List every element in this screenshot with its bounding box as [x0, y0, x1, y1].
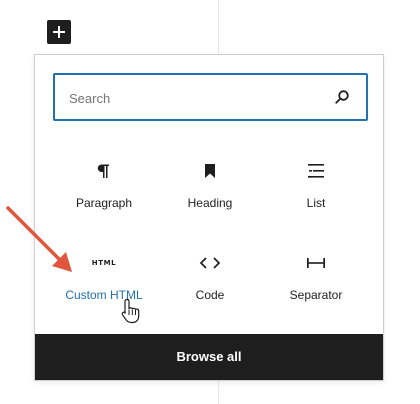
block-inserter-popover: Paragraph Heading List HTML: [34, 54, 384, 381]
browse-all-button[interactable]: Browse all: [35, 334, 383, 380]
block-search-box[interactable]: [53, 73, 368, 121]
search-icon[interactable]: [334, 89, 350, 105]
html-icon: HTML: [91, 259, 117, 267]
list-icon: [308, 164, 324, 178]
block-label: List: [306, 196, 326, 210]
separator-icon: [307, 258, 325, 268]
add-block-button[interactable]: [47, 20, 71, 44]
block-label: Separator: [289, 288, 343, 302]
hand-pointer-cursor-icon: [121, 298, 140, 324]
block-search-input[interactable]: [67, 87, 321, 109]
block-label: Code: [195, 288, 225, 302]
block-list[interactable]: List: [263, 151, 369, 227]
plus-icon-vertical: [58, 26, 60, 38]
paragraph-icon: [97, 164, 109, 178]
heading-icon: [205, 164, 215, 178]
block-heading[interactable]: Heading: [157, 151, 263, 227]
block-label: Heading: [187, 196, 233, 210]
code-icon: [199, 257, 221, 269]
annotation-arrow-icon: [6, 206, 72, 272]
block-code[interactable]: Code: [157, 243, 263, 319]
block-separator[interactable]: Separator: [263, 243, 369, 319]
